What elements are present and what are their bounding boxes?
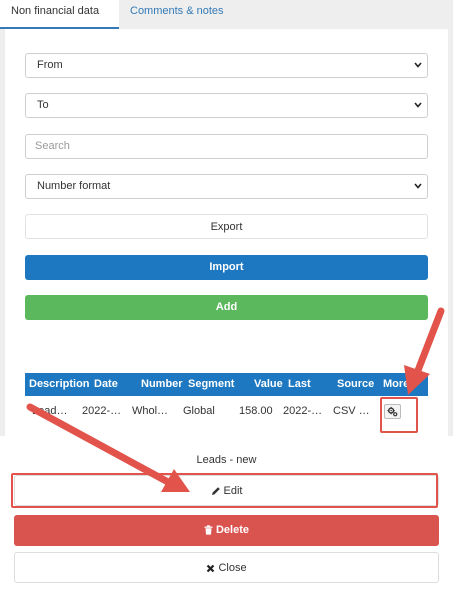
search-input[interactable]: Search xyxy=(25,134,428,159)
tab-bar: Non financial data Comments & notes xyxy=(0,0,453,29)
search-placeholder: Search xyxy=(35,140,70,152)
cell-number: Whol… xyxy=(132,405,169,417)
export-button[interactable]: Export xyxy=(25,214,428,239)
column-header-number[interactable]: Number xyxy=(141,373,183,396)
chevron-down-icon xyxy=(414,62,422,68)
column-header-value[interactable]: Value xyxy=(254,373,283,396)
action-sheet: Leads - new Edit Delete Close xyxy=(0,436,453,599)
table-row[interactable]: Lead… 2022-… Whol… Global 158.00 2022-… … xyxy=(25,396,428,426)
trash-icon xyxy=(204,525,213,535)
edit-button-highlight xyxy=(11,473,438,508)
tab-comments-notes[interactable]: Comments & notes xyxy=(120,0,235,29)
chevron-down-icon xyxy=(414,183,422,189)
chevron-down-icon xyxy=(414,102,422,108)
column-header-segment[interactable]: Segment xyxy=(188,373,234,396)
close-button-label: Close xyxy=(218,562,247,574)
table-header: Description Date Number Segment Value La… xyxy=(25,373,428,396)
cell-segment: Global xyxy=(183,405,215,417)
column-header-description[interactable]: Description xyxy=(29,373,90,396)
column-header-last[interactable]: Last xyxy=(288,373,311,396)
column-header-source[interactable]: Source xyxy=(337,373,374,396)
delete-button-label: Delete xyxy=(215,524,250,536)
from-select[interactable]: From xyxy=(25,53,428,78)
number-format-value: Number format xyxy=(37,180,111,192)
add-button[interactable]: Add xyxy=(25,295,428,320)
more-button-highlight xyxy=(380,397,418,433)
cell-value: 158.00 xyxy=(239,405,273,417)
close-button[interactable]: Close xyxy=(14,552,439,583)
to-select[interactable]: To xyxy=(25,93,428,118)
cell-date: 2022-… xyxy=(82,405,122,417)
cell-source: CSV … xyxy=(333,405,370,417)
action-sheet-title: Leads - new xyxy=(196,454,257,466)
column-header-more: More xyxy=(383,378,410,390)
cell-description: Lead… xyxy=(32,405,68,417)
column-header-date[interactable]: Date xyxy=(94,373,118,396)
cell-last: 2022-… xyxy=(283,405,323,417)
import-button[interactable]: Import xyxy=(25,255,428,280)
number-format-select[interactable]: Number format xyxy=(25,174,428,199)
delete-button[interactable]: Delete xyxy=(14,515,439,546)
close-icon xyxy=(207,564,215,572)
to-select-value: To xyxy=(37,99,49,111)
tab-non-financial-data[interactable]: Non financial data xyxy=(0,0,119,29)
from-select-value: From xyxy=(37,59,63,71)
